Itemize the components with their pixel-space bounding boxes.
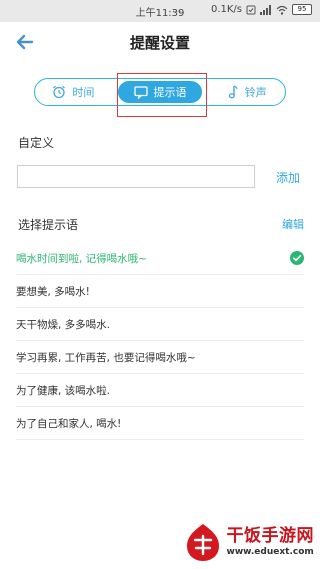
- select-prompt-label: 选择提示语: [18, 218, 79, 232]
- list-item-text: 要想美, 多喝水!: [16, 285, 90, 298]
- battery-icon: 95: [292, 4, 312, 15]
- custom-prompt-input[interactable]: [17, 165, 255, 188]
- site-logo-icon: [186, 524, 219, 561]
- tab-ringtone-label: 铃声: [244, 86, 267, 99]
- list-item-text: 天干物燥, 多多喝水.: [16, 318, 111, 331]
- nav-bar: 提醒设置: [0, 22, 320, 62]
- music-note-icon: [228, 85, 238, 99]
- watermark-url: www.eduext.com: [226, 547, 314, 557]
- edit-button[interactable]: 编辑: [282, 216, 304, 232]
- prompt-list: 喝水时间到啦, 记得喝水哦~ 要想美, 多喝水! 天干物燥, 多多喝水. 学习再…: [0, 242, 320, 440]
- alarm-status-icon: [246, 5, 256, 14]
- page-title: 提醒设置: [129, 34, 190, 52]
- add-button[interactable]: 添加: [276, 169, 300, 186]
- list-item[interactable]: 喝水时间到啦, 记得喝水哦~: [16, 242, 304, 275]
- list-item-text: 喝水时间到啦, 记得喝水哦~: [16, 252, 147, 265]
- status-dots: ...: [172, 4, 182, 15]
- list-item[interactable]: 天干物燥, 多多喝水.: [16, 308, 304, 341]
- network-speed: 0.1K/s: [210, 4, 242, 15]
- wifi-icon: [276, 5, 288, 15]
- tab-bar: 时间 提示语 铃声: [34, 78, 286, 106]
- signal-icon: [260, 4, 271, 15]
- list-item[interactable]: 要想美, 多喝水!: [16, 275, 304, 308]
- check-circle-icon: [290, 251, 304, 265]
- watermark: 干饭手游网 www.eduext.com: [181, 520, 315, 564]
- status-indicators: 0.1K/s 95: [211, 4, 312, 15]
- list-item-text: 为了健康, 该喝水啦.: [16, 384, 111, 397]
- message-icon: [133, 85, 148, 99]
- list-item[interactable]: 学习再累, 工作再苦, 也要记得喝水哦~: [16, 341, 304, 374]
- tab-time[interactable]: 时间: [35, 81, 112, 103]
- tab-prompt-label: 提示语: [153, 86, 187, 99]
- list-item-text: 为了自己和家人, 喝水!: [16, 417, 122, 430]
- custom-label: 自定义: [18, 136, 55, 150]
- status-bar: 上午11:39 ... 0.1K/s 95: [0, 0, 320, 22]
- watermark-title: 干饭手游网: [226, 526, 314, 546]
- alarm-clock-icon: [53, 85, 66, 99]
- tab-ringtone[interactable]: 铃声: [208, 81, 285, 103]
- list-item-text: 学习再累, 工作再苦, 也要记得喝水哦~: [16, 351, 196, 364]
- list-item[interactable]: 为了自己和家人, 喝水!: [16, 407, 304, 440]
- tab-time-label: 时间: [72, 86, 95, 99]
- list-item[interactable]: 为了健康, 该喝水啦.: [16, 374, 304, 407]
- tab-prompt[interactable]: 提示语: [117, 81, 203, 103]
